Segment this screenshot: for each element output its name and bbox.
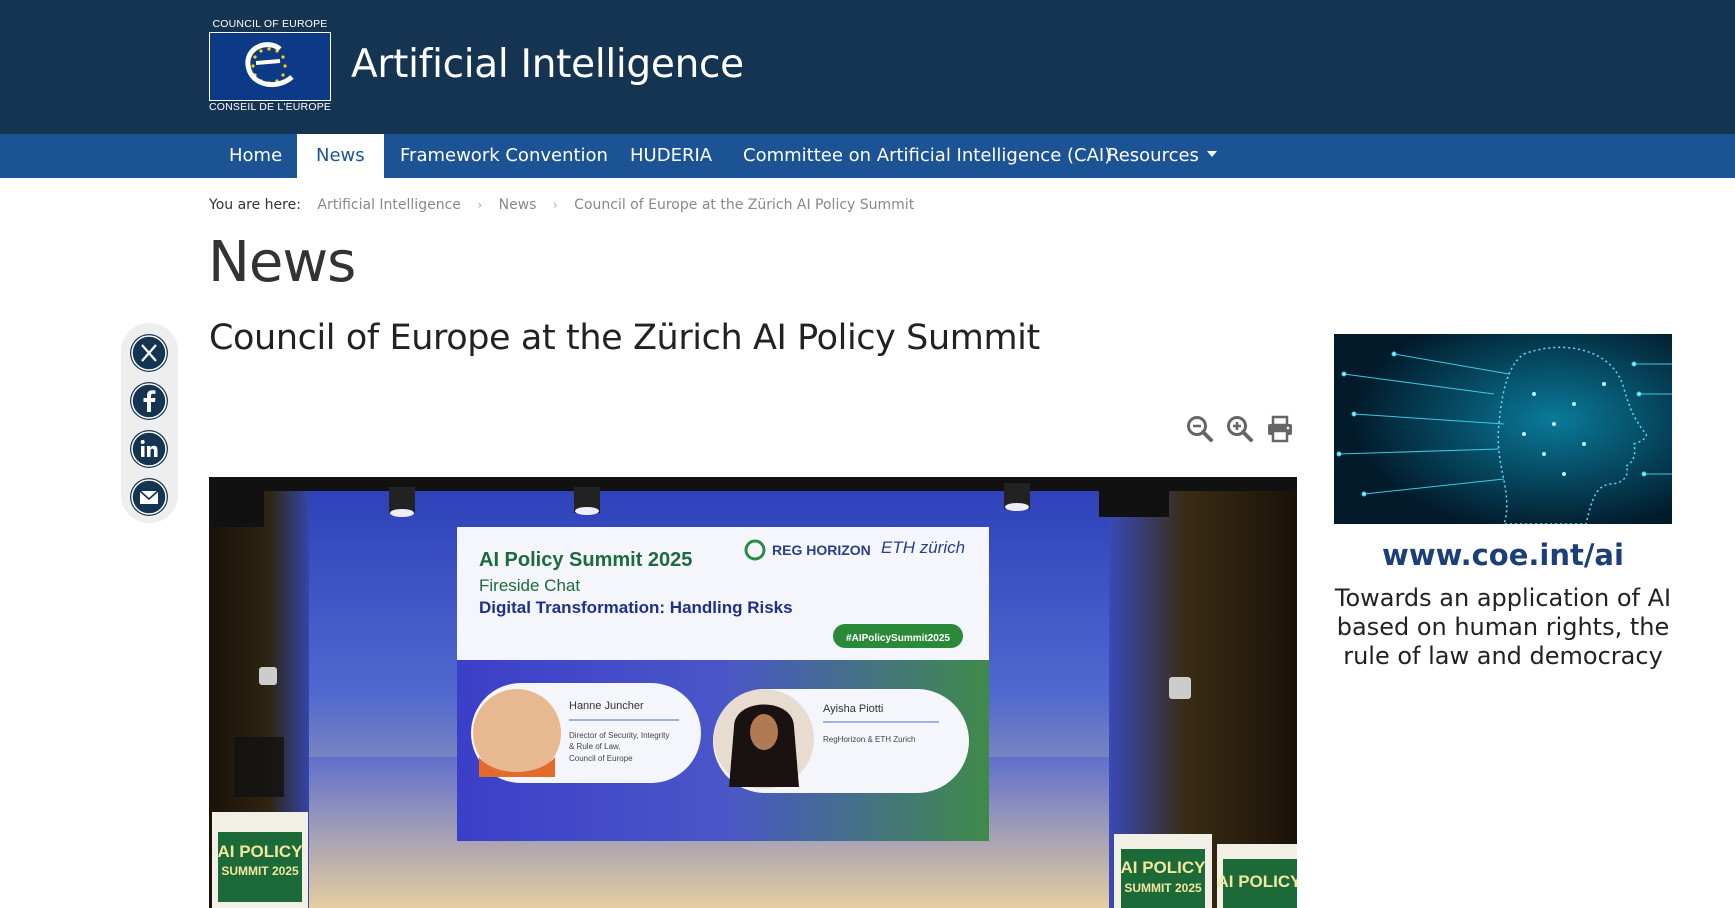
banner-right-line2: SUMMIT 2025 xyxy=(1124,881,1202,895)
nav-item-framework-convention[interactable]: Framework Convention xyxy=(381,134,627,178)
screen-topic: Digital Transformation: Handling Risks xyxy=(479,598,793,617)
zoom-out-icon[interactable] xyxy=(1185,414,1215,444)
breadcrumb-item[interactable]: News xyxy=(499,197,537,213)
main-nav: Home News Framework Convention HUDERIA C… xyxy=(0,134,1735,178)
zoom-in-icon[interactable] xyxy=(1225,414,1255,444)
logo-emblem xyxy=(209,32,331,101)
caret-down-icon xyxy=(1206,151,1217,157)
linkedin-icon[interactable] xyxy=(130,430,168,468)
logo-top-text: COUNCIL OF EUROPE xyxy=(212,18,328,30)
chevron-right-icon: › xyxy=(552,198,558,212)
council-of-europe-logo[interactable]: COUNCIL OF EUROPE CONSEIL DE L'EUROPE xyxy=(209,17,331,113)
screen-speaker2-role: RegHorizon & ETH Zurich xyxy=(823,735,915,744)
screen-speaker1-role-1: Director of Security, Integrity xyxy=(569,731,669,740)
nav-item-home[interactable]: Home xyxy=(210,134,301,178)
banner-far-right: AI POLICY xyxy=(1216,872,1297,891)
chevron-right-icon: › xyxy=(477,198,483,212)
screen-speaker1-role-2: & Rule of Law, xyxy=(569,742,621,751)
nav-item-news[interactable]: News xyxy=(297,134,384,178)
sidebar-tagline: Towards an application of AI based on hu… xyxy=(1334,584,1672,670)
banner-right-line1: AI POLICY xyxy=(1120,858,1206,877)
facebook-icon[interactable] xyxy=(130,382,168,420)
share-bar xyxy=(121,323,178,523)
x-icon[interactable] xyxy=(130,334,168,372)
ai-promo-image[interactable] xyxy=(1334,334,1672,524)
screen-speaker1-name: Hanne Juncher xyxy=(569,700,644,712)
breadcrumb: You are here: Artificial Intelligence › … xyxy=(209,197,914,213)
nav-item-committee[interactable]: Committee on Artificial Intelligence (CA… xyxy=(724,134,1130,178)
screen-summit-title: AI Policy Summit 2025 xyxy=(479,549,692,571)
site-header: COUNCIL OF EUROPE CONSEIL DE L'EUROPE Ar… xyxy=(0,0,1735,134)
print-icon[interactable] xyxy=(1265,414,1295,444)
nav-item-resources[interactable]: Resources xyxy=(1088,134,1236,178)
logo-bottom-text: CONSEIL DE L'EUROPE xyxy=(209,101,332,113)
screen-brand-reghorizon: REG HORIZON xyxy=(772,542,871,558)
screen-speaker2-name: Ayisha Piotti xyxy=(823,703,883,715)
nav-item-huderia[interactable]: HUDERIA xyxy=(611,134,731,178)
banner-left-line1: AI POLICY xyxy=(217,842,303,861)
email-icon[interactable] xyxy=(130,478,168,516)
page-title: News xyxy=(208,230,356,295)
screen-hashtag: #AIPolicySummit2025 xyxy=(846,633,950,644)
nav-item-resources-label: Resources xyxy=(1107,145,1199,166)
banner-left-line2: SUMMIT 2025 xyxy=(221,864,299,878)
screen-speaker1-role-3: Council of Europe xyxy=(569,754,633,763)
screen-brand-eth: ETH zürich xyxy=(881,538,965,557)
screen-subtitle: Fireside Chat xyxy=(479,576,580,595)
breadcrumb-item[interactable]: Artificial Intelligence xyxy=(317,197,461,213)
article-hero-image: AI Policy Summit 2025 Fireside Chat Digi… xyxy=(209,477,1297,908)
breadcrumb-item-current: Council of Europe at the Zürich AI Polic… xyxy=(574,197,915,213)
article-title: Council of Europe at the Zürich AI Polic… xyxy=(209,318,1040,358)
breadcrumb-lead: You are here: xyxy=(209,197,301,213)
coe-ai-link[interactable]: www.coe.int/ai xyxy=(1334,538,1672,572)
site-title[interactable]: Artificial Intelligence xyxy=(351,42,744,87)
